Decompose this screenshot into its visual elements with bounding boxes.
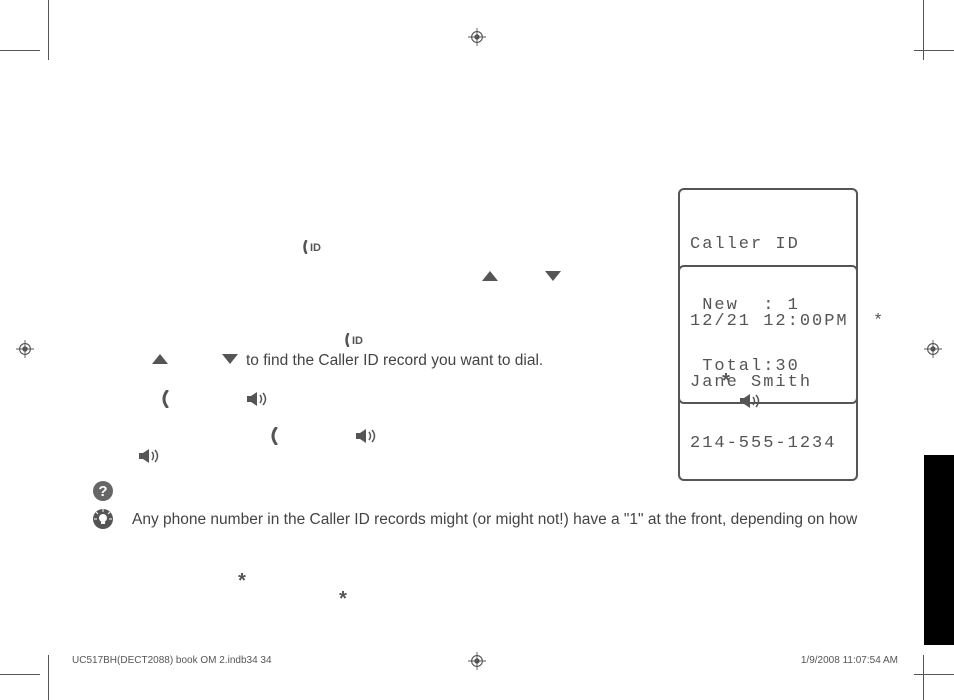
svg-text:?: ? (98, 483, 107, 500)
arrow-down-icon (545, 271, 561, 281)
phone-icon (160, 390, 170, 413)
lcd-line: Caller ID (690, 235, 846, 255)
instruction-text: to find the Caller ID record you want to… (246, 352, 543, 370)
lcd-display-caller-id-record: 12/21 12:00PM * Jane Smith 214-555-1234 (678, 265, 858, 481)
lcd-line: Jane Smith (690, 373, 846, 393)
arrow-up-icon (482, 271, 498, 281)
section-tab (924, 455, 954, 645)
registration-mark-icon (924, 340, 942, 358)
asterisk-icon: * (720, 372, 732, 395)
help-icon: ? (92, 480, 114, 507)
crop-mark (923, 0, 924, 60)
crop-mark (923, 655, 924, 700)
speaker-icon (740, 394, 764, 413)
crop-mark (0, 674, 40, 675)
phone-icon (269, 427, 279, 450)
speaker-icon (247, 392, 271, 411)
lcd-line: 12/21 12:00PM * (690, 312, 846, 332)
crop-mark (914, 674, 954, 675)
registration-mark-icon (16, 340, 34, 358)
crop-mark (48, 0, 49, 60)
cid-icon: ID (303, 240, 331, 259)
footer-left: UC517BH(DECT2088) book OM 2.indb34 34 (72, 655, 272, 666)
crop-mark (914, 50, 954, 51)
lightbulb-icon (92, 508, 114, 535)
registration-mark-icon (468, 652, 486, 670)
footer-right: 1/9/2008 11:07:54 AM (801, 655, 898, 666)
speaker-icon (139, 449, 163, 468)
registration-mark-icon (468, 28, 486, 46)
speaker-icon (356, 429, 380, 448)
svg-text:ID: ID (310, 242, 321, 254)
svg-text:ID: ID (352, 335, 363, 347)
lcd-line: 214-555-1234 (690, 434, 846, 454)
asterisk-icon: * (236, 572, 248, 595)
arrow-down-icon (222, 354, 238, 364)
crop-mark (48, 655, 49, 700)
crop-mark (0, 50, 40, 51)
tip-text: Any phone number in the Caller ID record… (132, 511, 872, 529)
cid-icon: ID (345, 333, 373, 352)
asterisk-icon: * (337, 590, 349, 613)
arrow-up-icon (152, 354, 168, 364)
